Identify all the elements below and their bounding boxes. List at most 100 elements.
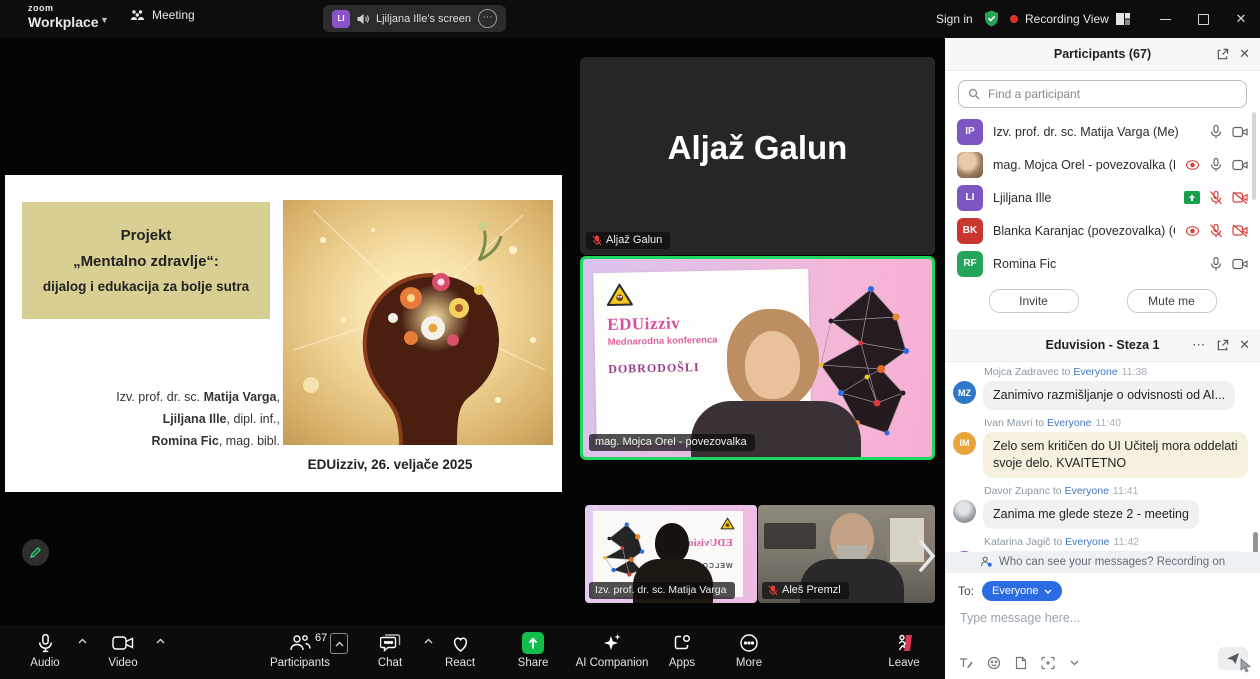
avatar: IP: [957, 119, 983, 145]
audience: Everyone: [1073, 366, 1117, 378]
chat-message: Ivan Mavri to Everyone11:40 IM Zelo sem …: [953, 417, 1250, 478]
to-label: To:: [958, 584, 974, 598]
camera-off-icon: [1232, 191, 1248, 204]
zoom-meeting-window: zoom Workplace ▼ Meeting LI Ljiljana Ill…: [0, 0, 1260, 679]
chevron-down-icon[interactable]: [1070, 660, 1079, 666]
view-layout-icon: [1116, 13, 1130, 25]
react-label: React: [445, 657, 475, 669]
restore-button[interactable]: [1186, 0, 1220, 38]
slide-authors: Izv. prof. dr. sc. Matija Varga, Ljiljan…: [35, 387, 280, 453]
more-options-icon[interactable]: ⋯: [478, 9, 497, 28]
minimize-button[interactable]: [1148, 0, 1182, 38]
timestamp: 11:41: [1113, 485, 1139, 497]
mute-me-button[interactable]: Mute me: [1127, 289, 1217, 313]
sender-name: Mojca Zadravec: [984, 366, 1059, 378]
screenshot-icon[interactable]: [1041, 656, 1056, 670]
close-icon[interactable]: ✕: [1239, 337, 1250, 353]
popout-icon[interactable]: [1216, 339, 1229, 352]
screen-share-icon: [1184, 191, 1200, 204]
emoji-icon[interactable]: [987, 656, 1001, 670]
leave-button[interactable]: Leave: [876, 632, 932, 669]
video-options-chevron[interactable]: [156, 638, 165, 644]
message-input[interactable]: [958, 610, 1251, 626]
participant-row[interactable]: mag. Mojca Orel - povezovalka (Host): [945, 148, 1260, 181]
participants-options-chevron[interactable]: [330, 633, 348, 654]
camera-icon: [1232, 159, 1248, 171]
recording-dot-icon: [1010, 15, 1018, 23]
participants-actions: Invite Mute me: [945, 280, 1260, 323]
timestamp: 11:40: [1095, 417, 1121, 429]
slide-title-line1: Projekt: [121, 227, 172, 244]
participant-row[interactable]: IP Izv. prof. dr. sc. Matija Varga (Me): [945, 115, 1260, 148]
audience: Everyone: [1047, 417, 1091, 429]
annotate-button[interactable]: [22, 539, 49, 566]
tab-meeting[interactable]: Meeting: [130, 8, 195, 22]
close-icon[interactable]: ✕: [1239, 46, 1250, 62]
sender-name: Ivan Mavri: [984, 417, 1032, 429]
more-label: More: [736, 657, 762, 669]
ai-companion-icon: [602, 632, 623, 654]
chat-label: Chat: [378, 657, 402, 669]
search-input[interactable]: [986, 86, 1237, 102]
apps-button[interactable]: Apps: [656, 632, 708, 669]
participant-row[interactable]: LI Ljiljana Ille: [945, 181, 1260, 214]
security-shield-icon[interactable]: [982, 9, 1001, 28]
chat-button[interactable]: Chat: [362, 632, 418, 669]
sender-name: Davor Zupanc: [984, 485, 1050, 497]
share-label: Share: [518, 657, 549, 669]
more-options-icon[interactable]: ⋯: [1192, 337, 1206, 353]
react-button[interactable]: React: [432, 632, 488, 669]
video-tile-ales-premzl[interactable]: Aleš Premzl: [758, 505, 935, 603]
shared-screen-pill[interactable]: LI Ljiljana Ille's screen ⋯: [323, 5, 506, 32]
audience: Everyone: [1065, 536, 1109, 548]
camera-off-icon: [1232, 224, 1248, 237]
sender-name: Katarina Jagič: [984, 536, 1051, 548]
chat-message: Katarina Jagič to Everyone11:42 KJ AI ni…: [953, 536, 1250, 553]
author-line: Ljiljana Ille, dipl. inf.,: [35, 409, 280, 431]
room-background: [764, 523, 816, 549]
chat-message-list[interactable]: Mojca Zadravec to Everyone11:38 MZ Zanim…: [945, 362, 1260, 552]
gallery-next-arrow[interactable]: [916, 538, 938, 574]
format-text-icon[interactable]: [958, 656, 973, 670]
ai-companion-label: AI Companion: [576, 657, 649, 669]
attach-file-icon[interactable]: [1015, 656, 1027, 670]
invite-button[interactable]: Invite: [989, 289, 1079, 313]
participants-icon: 67: [289, 632, 311, 654]
eduizziv-logo-icon: [605, 279, 808, 307]
recording-icon: [1185, 159, 1200, 171]
more-button[interactable]: More: [722, 632, 776, 669]
shared-screen-stage: Projekt „Mentalno zdravlje“: dijalog i e…: [0, 38, 945, 625]
view-button[interactable]: View: [1083, 12, 1130, 26]
chat-scrollbar[interactable]: [1253, 532, 1258, 552]
sign-in-button[interactable]: Sign in: [936, 12, 973, 26]
close-button[interactable]: ✕: [1224, 0, 1258, 38]
audio-options-chevron[interactable]: [78, 638, 87, 644]
video-button[interactable]: Video: [94, 632, 152, 669]
video-tile-matija-varga[interactable]: EDUvision WELCOME Izv. prof. dr. sc. Mat…: [585, 505, 757, 603]
video-tile-aljaz-galun[interactable]: Aljaž Galun Aljaž Galun: [580, 57, 935, 255]
ai-companion-button[interactable]: AI Companion: [570, 632, 654, 669]
recording-indicator[interactable]: Recording: [1010, 12, 1080, 26]
video-tile-mojca-orel-active-speaker[interactable]: EDUizziv Mednarodna konferenca DOBRODOŠL…: [580, 256, 935, 460]
recipient-selector[interactable]: Everyone: [982, 581, 1061, 601]
search-icon: [968, 88, 980, 100]
privacy-notice[interactable]: Who can see your messages? Recording on: [945, 552, 1260, 572]
popout-icon[interactable]: [1216, 48, 1229, 61]
video-label: Video: [108, 657, 137, 669]
leave-label: Leave: [888, 657, 919, 669]
camera-icon: [1232, 126, 1248, 138]
view-label: View: [1083, 12, 1109, 26]
participants-label: Participants: [270, 657, 330, 669]
chat-compose: To: Everyone: [945, 572, 1260, 679]
chevron-down-icon[interactable]: ▼: [100, 15, 109, 25]
camera-icon: [112, 632, 134, 654]
audio-button[interactable]: Audio: [16, 632, 74, 669]
logo-workplace: Workplace: [28, 15, 99, 29]
participant-row[interactable]: BK Blanka Karanjac (povezovalka) (Co-hos…: [945, 214, 1260, 247]
mic-off-icon: [1209, 223, 1223, 238]
participants-scrollbar[interactable]: [1252, 112, 1256, 200]
chat-message: Mojca Zadravec to Everyone11:38 MZ Zanim…: [953, 366, 1250, 410]
participant-row[interactable]: RF Romina Fic: [945, 247, 1260, 280]
avatar: IM: [953, 432, 976, 455]
share-button[interactable]: Share: [505, 632, 561, 669]
